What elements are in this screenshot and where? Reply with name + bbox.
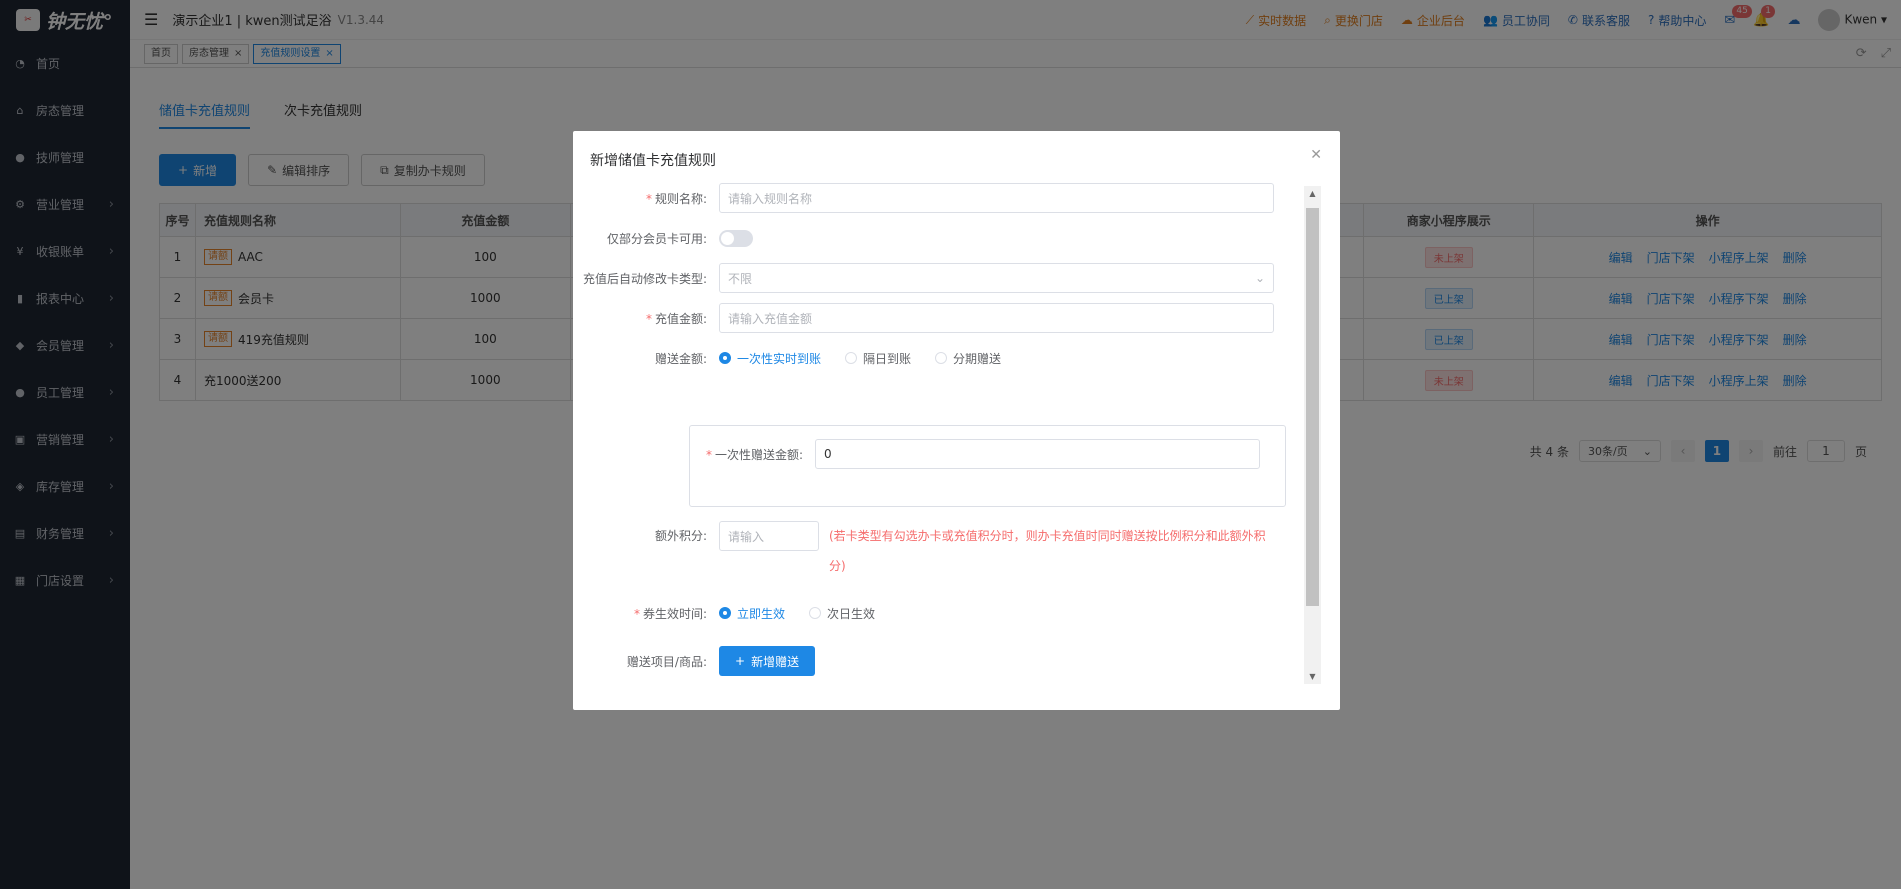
points-input[interactable]: 请输入 bbox=[719, 521, 819, 551]
scroll-down-icon[interactable]: ▼ bbox=[1304, 672, 1321, 681]
row-amount: * 充值金额: 请输入充值金额 bbox=[573, 303, 1274, 333]
change-type-select[interactable]: 不限 ⌄ bbox=[719, 263, 1274, 293]
chevron-down-icon: ⌄ bbox=[1254, 271, 1265, 285]
gift-option-installment[interactable]: 分期赠送 bbox=[935, 350, 1001, 367]
row-change-type: 充值后自动修改卡类型: 不限 ⌄ bbox=[573, 263, 1274, 293]
plus-icon: + bbox=[735, 654, 746, 668]
points-label: 额外积分: bbox=[654, 529, 707, 543]
row-effect: * 券生效时间: 立即生效 次日生效 bbox=[633, 605, 876, 622]
dialog-body: * 规则名称: 请输入规则名称 仅部分会员卡可用: 充值后自动修改卡类型: 不限 ⌄… bbox=[573, 183, 1308, 695]
once-gift-input[interactable]: 0 bbox=[815, 439, 1260, 469]
row-gift: 赠送金额: 一次性实时到账 隔日到账 分期赠送 bbox=[573, 343, 1025, 373]
points-hint: (若卡类型有勾选办卡或充值积分时，则办卡充值时同时赠送按比例积分和此额外积分) bbox=[829, 529, 1266, 573]
add-gift-button[interactable]: + 新增赠送 bbox=[719, 646, 816, 676]
scroll-thumb[interactable] bbox=[1306, 208, 1319, 606]
effect-label: 券生效时间: bbox=[642, 606, 707, 621]
member-only-toggle[interactable] bbox=[719, 229, 753, 247]
gift-label: 赠送金额: bbox=[654, 351, 707, 366]
app-root: ✂ 钟无忧° ◔首页⌂房态管理●技师管理⚙营业管理›¥收银账单›▮报表中心›◆会… bbox=[0, 0, 1901, 889]
gift-items-label: 赠送项目/商品: bbox=[626, 654, 707, 669]
gift-option-once[interactable]: 一次性实时到账 bbox=[719, 350, 821, 367]
dialog-title: 新增储值卡充值规则 bbox=[590, 153, 716, 169]
dialog-scrollbar[interactable]: ▲ ▼ bbox=[1304, 186, 1321, 684]
row-member-only: 仅部分会员卡可用: bbox=[573, 223, 753, 253]
amount-input[interactable]: 请输入充值金额 bbox=[719, 303, 1274, 333]
member-only-label: 仅部分会员卡可用: bbox=[606, 231, 707, 246]
row-gift-items: 赠送项目/商品: + 新增赠送 bbox=[573, 646, 816, 676]
once-gift-label: 一次性赠送金额: bbox=[714, 447, 803, 462]
effect-option-nextday[interactable]: 次日生效 bbox=[809, 605, 875, 622]
rule-name-input[interactable]: 请输入规则名称 bbox=[719, 183, 1274, 213]
amount-label: 充值金额: bbox=[654, 311, 707, 326]
once-gift-box: * 一次性赠送金额: 0 bbox=[689, 425, 1286, 507]
scroll-up-icon[interactable]: ▲ bbox=[1304, 189, 1321, 198]
rule-name-label: 规则名称: bbox=[654, 191, 707, 206]
gift-option-nextday[interactable]: 隔日到账 bbox=[845, 350, 911, 367]
close-icon[interactable]: ✕ bbox=[1310, 147, 1322, 163]
row-rule-name: * 规则名称: 请输入规则名称 bbox=[573, 183, 1274, 213]
add-rule-dialog: 新增储值卡充值规则 ✕ * 规则名称: 请输入规则名称 仅部分会员卡可用: 充值后… bbox=[573, 131, 1340, 710]
change-type-label: 充值后自动修改卡类型: bbox=[582, 271, 707, 286]
row-points: 额外积分: 请输入 (若卡类型有勾选办卡或充值积分时，则办卡充值时同时赠送按比例… bbox=[573, 521, 1279, 573]
effect-option-now[interactable]: 立即生效 bbox=[719, 605, 785, 622]
